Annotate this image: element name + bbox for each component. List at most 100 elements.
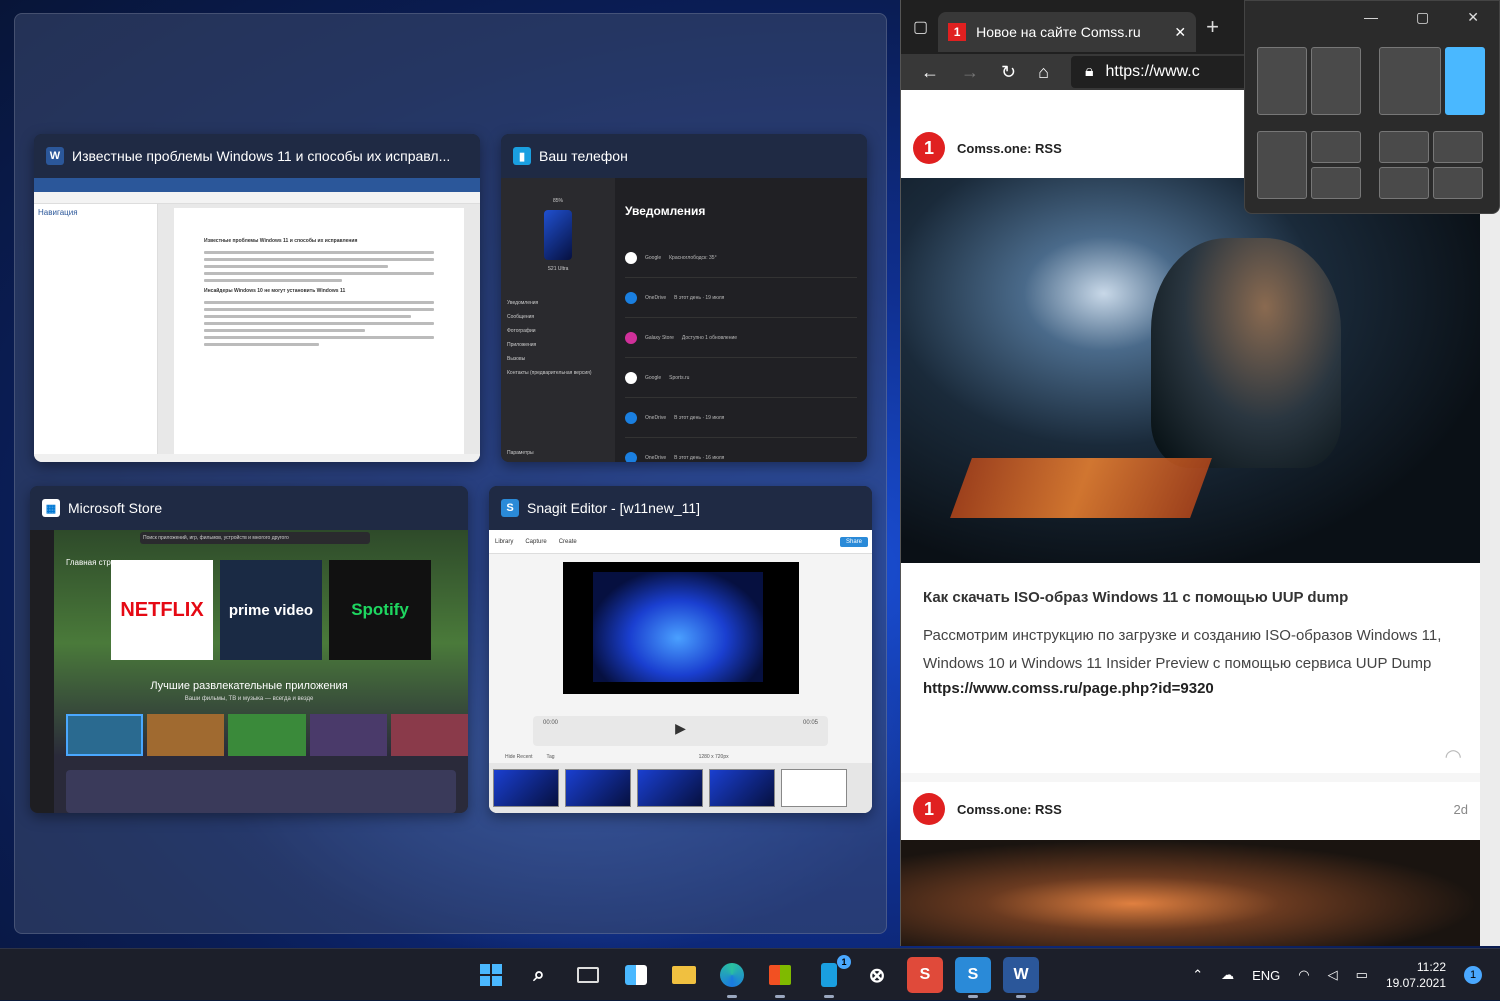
share-button[interactable]: Share	[839, 536, 868, 547]
notification-item[interactable]: Galaxy Store Доступно 1 обновление	[625, 318, 857, 358]
battery-icon[interactable]: ▭	[1356, 967, 1368, 983]
capture-thumb[interactable]	[565, 769, 631, 807]
phone-sidebar: 85% S21 Ultra Уведомления Сообщения Фото…	[501, 178, 615, 462]
canvas-image	[593, 572, 763, 682]
library-tab[interactable]: Library	[495, 539, 513, 545]
snagit-preview: Library Capture Create Share 00:00 ▶ 00:…	[489, 530, 872, 813]
video-controls: 00:00 ▶ 00:05	[533, 716, 828, 746]
google-icon	[625, 371, 637, 384]
notification-item[interactable]: OneDrive В этот день · 16 июля	[625, 438, 857, 462]
notif-app: OneDrive	[645, 294, 667, 301]
menu-item[interactable]: Приложения	[507, 338, 609, 352]
new-tab-icon[interactable]: +	[1206, 14, 1219, 40]
minimize-icon[interactable]: —	[1364, 9, 1378, 35]
search-icon[interactable]: ⌕	[521, 957, 557, 993]
spotify-tile[interactable]: Spotify	[329, 560, 431, 660]
snagit-editor-icon[interactable]: S	[955, 957, 991, 998]
close-icon[interactable]: ✕	[1467, 9, 1479, 35]
snap-thumb-phone[interactable]: ▮ Ваш телефон 85% S21 Ultra Уведомления …	[501, 134, 867, 462]
your-phone-icon[interactable]: 1	[811, 955, 851, 998]
file-explorer-icon[interactable]	[666, 957, 702, 993]
snap-thumb-snagit[interactable]: S Snagit Editor - [w11new_11] Library Ca…	[489, 486, 872, 813]
article-link[interactable]: https://www.comss.ru/page.php?id=9320	[923, 680, 1458, 697]
task-view-icon[interactable]	[570, 957, 606, 993]
phone-menu: Уведомления Сообщения Фотографии Приложе…	[507, 296, 609, 380]
chevron-up-icon[interactable]: ⌃	[1192, 967, 1203, 983]
browser-tab[interactable]: 1 Новое на сайте Comss.ru ✕	[938, 12, 1197, 52]
notification-item[interactable]: Google Sports.ru	[625, 358, 857, 398]
store-banner-sub: Ваши фильмы, ТВ и музыка — всегда и везд…	[184, 696, 314, 702]
feed-card[interactable]: 1 Comss.one: RSS 2d	[901, 782, 1480, 946]
article-text[interactable]: Как скачать ISO-образ Windows 11 с помощ…	[901, 563, 1480, 773]
microsoft-store-icon[interactable]	[762, 957, 798, 998]
language-indicator[interactable]: ENG	[1252, 968, 1280, 983]
snagit-toolbar: Library Capture Create Share	[489, 530, 872, 554]
notification-badge[interactable]: 1	[1464, 966, 1482, 984]
maximize-icon[interactable]: ▢	[1416, 9, 1429, 35]
notif-text: Доступно 1 обновление	[681, 334, 738, 341]
menu-item[interactable]: Фотографии	[507, 324, 609, 338]
refresh-icon[interactable]: ↻	[1001, 62, 1016, 83]
menu-item[interactable]: Контакты (предварительная версия)	[507, 366, 609, 380]
snap-thumb-store[interactable]: ▦ Microsoft Store Поиск приложений, игр,…	[30, 486, 468, 813]
snap-thumb-word[interactable]: W Известные проблемы Windows 11 и способ…	[34, 134, 480, 462]
menu-item[interactable]: Вызовы	[507, 352, 609, 366]
word-icon[interactable]: W	[1003, 957, 1039, 998]
comss-logo-icon: 1	[913, 793, 945, 825]
forward-icon[interactable]: →	[961, 62, 979, 83]
home-icon[interactable]: ⌂	[1038, 62, 1049, 83]
create-button[interactable]: Create	[559, 539, 577, 545]
xbox-icon[interactable]: ⊗	[859, 957, 895, 993]
wifi-icon[interactable]: ◠	[1298, 967, 1309, 983]
notif-app: OneDrive	[645, 414, 667, 421]
layout-two-thirds[interactable]	[1379, 47, 1485, 115]
back-icon[interactable]: ←	[921, 62, 939, 83]
comss-logo-icon: 1	[913, 132, 945, 164]
menu-item[interactable]: Уведомления	[507, 296, 609, 310]
thumb-title: Известные проблемы Windows 11 и способы …	[72, 148, 451, 164]
menu-item[interactable]: Сообщения	[507, 310, 609, 324]
article-body: Рассмотрим инструкцию по загрузке и созд…	[923, 627, 1442, 672]
article-title[interactable]: Как скачать ISO-образ Windows 11 с помощ…	[923, 589, 1458, 606]
settings-item[interactable]: Параметры	[507, 450, 534, 456]
word-statusbar	[34, 454, 480, 462]
thumb-title: Microsoft Store	[68, 500, 163, 516]
capture-thumb[interactable]	[709, 769, 775, 807]
close-tab-icon[interactable]: ✕	[1174, 24, 1186, 41]
play-icon[interactable]: ▶	[675, 720, 686, 742]
time-end: 00:05	[802, 720, 818, 726]
netflix-tile[interactable]: NETFLIX	[111, 560, 213, 660]
word-ribbon	[34, 192, 480, 204]
layout-quadrants[interactable]	[1379, 131, 1483, 199]
layout-left-and-stack[interactable]	[1257, 131, 1361, 199]
store-icon: ▦	[42, 499, 60, 517]
rss-feed: 1 Comss.one: RSS Как скачать ISO-образ W…	[901, 90, 1480, 946]
system-tray: ⌃ ☁ ENG ◠ ◁ ▭ 11:22 19.07.2021 1	[1192, 949, 1500, 1001]
prime-video-tile[interactable]: prime video	[220, 560, 322, 660]
notification-item[interactable]: OneDrive В этот день · 19 июля	[625, 398, 857, 438]
capture-thumb[interactable]	[637, 769, 703, 807]
capture-button[interactable]: Capture	[525, 539, 546, 545]
capture-thumb[interactable]	[781, 769, 847, 807]
edge-icon[interactable]	[714, 957, 750, 998]
scrollbar[interactable]	[1480, 90, 1500, 946]
capture-thumb[interactable]	[493, 769, 559, 807]
snagit-capture-icon[interactable]: S	[907, 957, 943, 993]
widgets-icon[interactable]	[618, 957, 654, 993]
notification-item[interactable]: Google Красноглободск: 35°	[625, 238, 857, 278]
thumb-header: ▮ Ваш телефон	[501, 134, 867, 178]
notif-app: Google	[645, 254, 662, 261]
layout-halves[interactable]	[1257, 47, 1361, 115]
notification-item[interactable]: OneDrive В этот день · 19 июля	[625, 278, 857, 318]
clock[interactable]: 11:22 19.07.2021	[1386, 959, 1446, 991]
time-start: 00:00	[543, 720, 559, 726]
recent-captures-tray	[489, 763, 872, 813]
tab-actions-icon[interactable]: ▢	[913, 17, 928, 37]
lock-icon: 🔒︎	[1084, 63, 1094, 80]
store-search[interactable]: Поиск приложений, игр, фильмов, устройст…	[140, 532, 370, 544]
onedrive-icon[interactable]: ☁	[1221, 967, 1234, 983]
thumb-title: Ваш телефон	[539, 148, 628, 164]
start-icon[interactable]	[473, 957, 509, 993]
phone-notifications: Уведомления Google Красноглободск: 35° On…	[615, 178, 867, 462]
volume-icon[interactable]: ◁	[1328, 967, 1338, 983]
